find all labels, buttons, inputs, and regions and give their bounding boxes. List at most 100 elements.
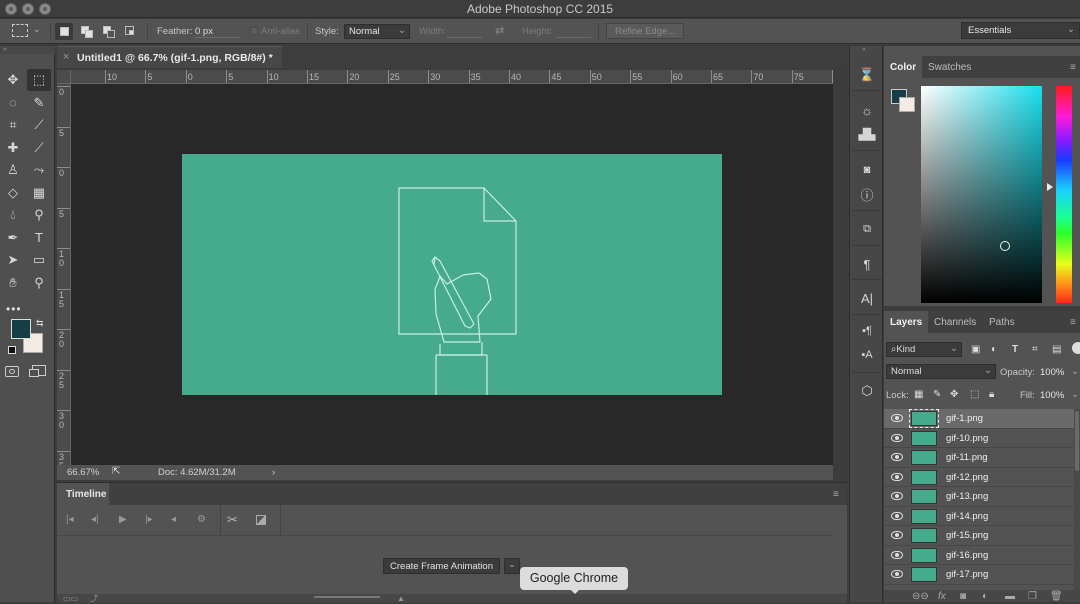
layer-row[interactable]: gif-10.png [884, 429, 1074, 448]
settings-gear-icon[interactable]: ⚙ [197, 514, 206, 525]
chevron-right-icon[interactable]: › [272, 467, 275, 478]
foreground-color-swatch[interactable] [11, 319, 31, 339]
zoom-slider[interactable] [314, 596, 380, 598]
scissors-icon[interactable]: ✂ [227, 512, 238, 528]
document-canvas[interactable] [182, 154, 722, 395]
previous-frame-icon[interactable]: ◂| [91, 514, 99, 525]
paragraph-icon[interactable]: ¶ [854, 253, 880, 275]
tab-swatches[interactable]: Swatches [922, 56, 977, 78]
width-input[interactable] [447, 25, 482, 38]
marquee-preset-icon[interactable] [12, 24, 28, 37]
history-icon[interactable]: ⌛ [854, 64, 880, 86]
visibility-eye-icon[interactable] [891, 550, 903, 559]
chevron-down-icon[interactable]: ⌄ [33, 24, 41, 35]
visibility-eye-icon[interactable] [891, 531, 903, 539]
horizontal-ruler[interactable]: 1050510152025303540455055606570758 [57, 70, 833, 84]
swap-colors-icon[interactable]: ⇆ [36, 318, 44, 329]
link-layers-icon[interactable]: ⊖⊖ [912, 591, 929, 602]
more-tools-icon[interactable]: ••• [6, 302, 22, 316]
tab-timeline[interactable]: Timeline [57, 483, 109, 505]
quick-selection-tool-icon[interactable]: ✎ [27, 92, 51, 114]
gradient-tool-icon[interactable]: ▦ [27, 182, 51, 204]
fx-icon[interactable]: fx [938, 591, 946, 602]
new-layer-icon[interactable]: ❐ [1028, 591, 1037, 602]
close-icon[interactable]: × [63, 51, 69, 63]
fill-input[interactable]: 100% [1040, 390, 1064, 401]
rectangle-tool-icon[interactable]: ▭ [27, 249, 51, 271]
visibility-eye-icon[interactable] [891, 472, 903, 481]
height-input[interactable] [556, 25, 591, 38]
next-frame-icon[interactable]: |▸ [145, 514, 153, 525]
visibility-eye-icon[interactable] [891, 511, 903, 520]
create-animation-dropdown[interactable]: ⌄ [504, 558, 520, 574]
onion-skin-icon[interactable]: ⤴ [90, 593, 98, 604]
quick-mask-icon[interactable] [5, 366, 19, 377]
export-icon[interactable]: ⇱ [112, 466, 120, 477]
hand-tool-icon[interactable]: ✋︎ [1, 272, 25, 294]
lock-position-icon[interactable]: ✥ [950, 389, 958, 400]
delete-layer-icon[interactable]: 🗑︎ [1050, 591, 1063, 602]
lock-artboard-icon[interactable]: ⬚ [970, 389, 979, 400]
clone-stamp-tool-icon[interactable]: ♙ [1, 159, 25, 181]
first-frame-icon[interactable]: |◂ [66, 514, 74, 525]
type-tool-icon[interactable]: T [27, 227, 51, 249]
layer-row[interactable]: gif-17.png [884, 565, 1074, 585]
panel-menu-icon[interactable]: ≡ [833, 489, 843, 500]
zoom-tool-icon[interactable]: ⚲ [27, 272, 51, 294]
refine-edge-button[interactable]: Refine Edge... [606, 23, 685, 39]
color-panel-background-swatch[interactable] [899, 97, 915, 112]
opacity-input[interactable]: 100% [1040, 367, 1064, 378]
type-layer-filter-icon[interactable]: T [1012, 344, 1018, 355]
visibility-eye-icon[interactable] [891, 433, 903, 442]
info-icon[interactable]: ⓘ [854, 183, 880, 205]
play-icon[interactable]: ▶ [119, 514, 127, 525]
layer-row[interactable]: gif-1.png [884, 409, 1074, 429]
smart-object-filter-icon[interactable]: ▤ [1052, 344, 1061, 355]
layer-row[interactable]: gif-12.png [884, 468, 1074, 487]
histogram-icon[interactable]: ▟▙ [854, 123, 880, 145]
hue-slider-handle[interactable] [1047, 183, 1053, 191]
tab-channels[interactable]: Channels [928, 311, 982, 333]
navigator-icon[interactable]: ⧉ [854, 218, 880, 240]
collapse-icon[interactable]: « [850, 46, 884, 54]
move-tool-icon[interactable]: ✥ [1, 69, 25, 91]
vertical-ruler[interactable]: 0 5 0 5 1 0 1 5 2 0 2 5 3 0 3 5 [57, 84, 71, 466]
visibility-eye-icon[interactable] [891, 414, 903, 422]
ruler-origin[interactable] [57, 70, 71, 84]
adjustment-layer-filter-icon[interactable]: ◐ [991, 344, 997, 355]
eyedropper-tool-icon[interactable]: ⟋ [27, 114, 51, 136]
marquee-tool-icon[interactable]: ⬚ [27, 69, 51, 91]
chevron-down-icon[interactable]: ⌄ [1071, 366, 1079, 377]
path-selection-tool-icon[interactable]: ➤ [1, 249, 25, 271]
color-picker-cursor[interactable] [1000, 241, 1010, 251]
pixel-layer-filter-icon[interactable]: ▣ [971, 344, 980, 355]
transition-icon[interactable] [256, 515, 266, 525]
libraries-icon[interactable]: ◙ [854, 159, 880, 181]
chevron-down-icon[interactable]: ⌄ [1071, 389, 1079, 400]
lock-transparent-pixels-icon[interactable]: ▦ [914, 389, 923, 400]
visibility-eye-icon[interactable] [891, 453, 903, 461]
new-adjustment-layer-icon[interactable]: ◐ [982, 591, 988, 602]
tab-layers[interactable]: Layers [884, 311, 929, 333]
panel-menu-icon[interactable]: ≡ [1070, 317, 1080, 328]
color-picker-field[interactable] [921, 86, 1042, 303]
style-select[interactable]: Normal ⌄ [344, 24, 410, 39]
blur-tool-icon[interactable]: 💧︎ [1, 204, 25, 226]
shape-layer-filter-icon[interactable]: ⌗ [1032, 344, 1038, 355]
layers-scrollbar[interactable] [1074, 409, 1080, 590]
new-selection-button[interactable] [55, 23, 73, 40]
visibility-eye-icon[interactable] [891, 492, 903, 500]
history-brush-tool-icon[interactable]: ⤳ [27, 159, 51, 181]
crop-tool-icon[interactable]: ⌗ [1, 114, 25, 136]
new-group-icon[interactable]: ▬ [1005, 591, 1015, 602]
3d-cube-icon[interactable]: ⬡ [854, 380, 880, 402]
add-to-selection-button[interactable] [78, 23, 96, 40]
healing-brush-tool-icon[interactable]: ✚ [1, 137, 25, 159]
layer-row[interactable]: gif-13.png [884, 487, 1074, 507]
swap-dimensions-icon[interactable]: ⇄ [495, 24, 504, 37]
character-icon[interactable]: A| [854, 287, 880, 309]
pen-tool-icon[interactable]: ✒ [1, 227, 25, 249]
screen-mode-icon[interactable] [29, 365, 46, 377]
default-colors-icon[interactable] [8, 346, 16, 354]
blend-mode-select[interactable]: Normal ⌄ [886, 364, 996, 379]
